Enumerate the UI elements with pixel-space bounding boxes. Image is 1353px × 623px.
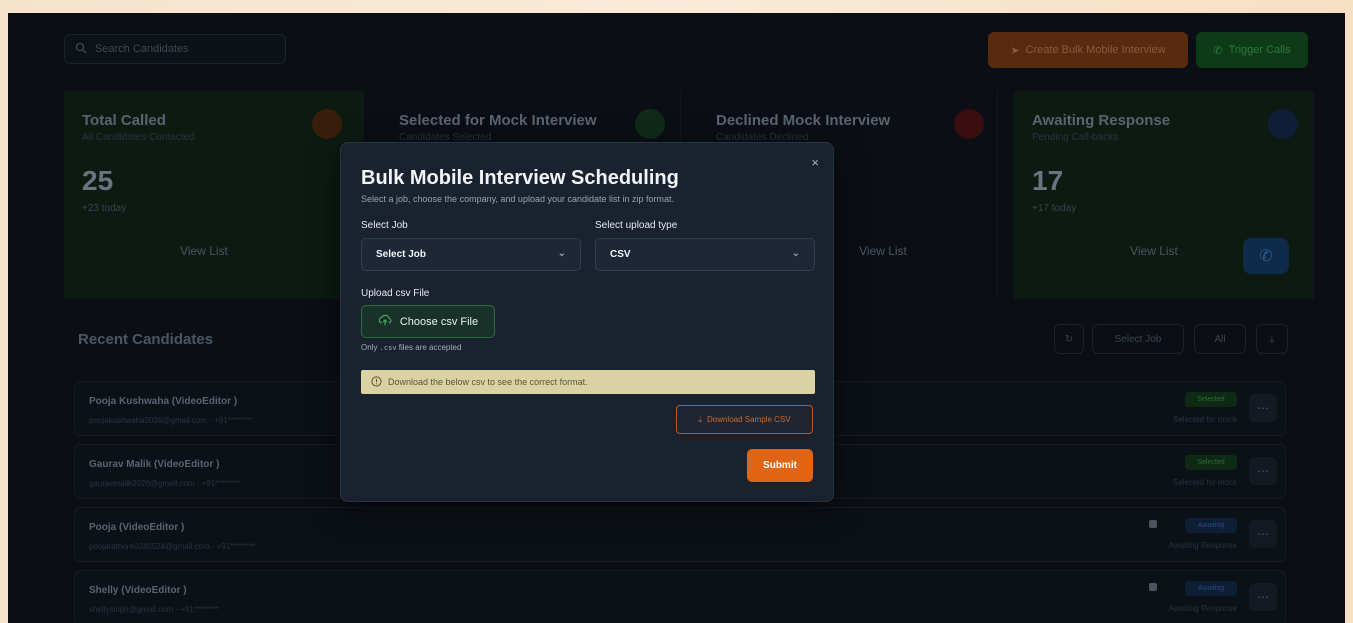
upload-type-label: Select upload type [595, 220, 678, 231]
bulk-interview-modal: × Bulk Mobile Interview Scheduling Selec… [340, 142, 834, 502]
stat-subtitle: All Candidates Contacted [82, 132, 195, 143]
status-filter-label: All [1214, 333, 1226, 345]
status-text: Awaiting Response [1168, 541, 1237, 550]
table-row[interactable]: Pooja (VideoEditor ) poojarathore0240524… [74, 507, 1286, 562]
more-options-button[interactable]: ⋯ [1249, 394, 1277, 422]
more-options-button[interactable]: ⋯ [1249, 520, 1277, 548]
download-icon: ⤓ [1269, 333, 1275, 345]
modal-subtitle: Select a job, choose the company, and up… [361, 194, 675, 204]
stat-today: +23 today [82, 203, 127, 214]
candidate-contact: shellysingh@gmail.com · +91******** [89, 605, 219, 614]
accepted-files-note: Only .csv files are accepted [361, 343, 461, 352]
trigger-calls-button[interactable]: ✆ Trigger Calls [1196, 32, 1308, 68]
status-badge: Awaiting [1185, 581, 1237, 596]
accept-code: .csv [379, 344, 397, 352]
stat-title: Declined Mock Interview [716, 112, 891, 129]
send-icon: ➤ [1010, 44, 1020, 57]
create-bulk-interview-button[interactable]: ➤ Create Bulk Mobile Interview [988, 32, 1188, 68]
search-input[interactable]: Search Candidates [64, 34, 286, 64]
more-options-button[interactable]: ⋯ [1249, 583, 1277, 611]
select-job-label: Select Job [361, 220, 408, 231]
search-icon [75, 42, 87, 57]
search-placeholder: Search Candidates [95, 43, 189, 55]
choose-file-button[interactable]: Choose csv File [361, 305, 495, 338]
trigger-calls-label: Trigger Calls [1228, 44, 1291, 56]
candidate-name: Shelly (VideoEditor ) [89, 585, 187, 596]
download-sample-label: Download Sample CSV [706, 415, 791, 424]
close-icon[interactable]: × [811, 155, 819, 170]
candidate-name: Pooja Kushwaha (VideoEditor ) [89, 396, 238, 407]
candidate-contact: gauravmalik2026@gmail.com · +91******** [89, 479, 241, 488]
status-text: Awaiting Response [1168, 604, 1237, 613]
upload-type-value: CSV [610, 249, 631, 260]
select-job-filter-label: Select Job [1114, 333, 1162, 345]
check-icon [635, 109, 665, 139]
stat-subtitle: Pending Call-backs [1032, 132, 1119, 143]
stat-title: Total Called [82, 112, 166, 129]
select-job-filter[interactable]: Select Job [1092, 324, 1184, 354]
phone-icon: ✆ [1259, 248, 1273, 265]
recent-candidates-title: Recent Candidates [78, 331, 214, 348]
create-bulk-interview-label: Create Bulk Mobile Interview [1025, 44, 1166, 56]
chevron-down-icon: ⌄ [791, 248, 800, 259]
phone-icon [1268, 109, 1298, 139]
close-circle-icon [954, 109, 984, 139]
accept-prefix: Only [361, 343, 380, 352]
view-list-button[interactable]: View List [109, 233, 299, 269]
format-notice: Download the below csv to see the correc… [361, 370, 815, 394]
app-window: Search Candidates ➤ Create Bulk Mobile I… [8, 13, 1345, 623]
refresh-icon: ↻ [1064, 333, 1074, 345]
status-text: Selected for mock [1172, 415, 1237, 424]
info-icon [371, 375, 382, 389]
cloud-upload-icon [378, 314, 392, 329]
candidate-name: Gaurav Malik (VideoEditor ) [89, 459, 220, 470]
modal-title: Bulk Mobile Interview Scheduling [361, 167, 679, 189]
checkbox[interactable] [1149, 583, 1157, 591]
select-job-value: Select Job [376, 249, 427, 260]
export-button[interactable]: ⤓ [1256, 324, 1288, 354]
call-button[interactable]: ✆ [1243, 238, 1289, 274]
accept-suffix: files are accepted [396, 343, 462, 352]
candidate-contact: poojakushwaha2026@gmail.com · +91*******… [89, 416, 253, 425]
stat-count: 17 [1032, 165, 1064, 196]
refresh-button[interactable]: ↻ [1054, 324, 1084, 354]
status-filter[interactable]: All [1194, 324, 1246, 354]
select-job-dropdown[interactable]: Select Job ⌄ [361, 238, 581, 271]
status-badge: Awaiting [1185, 518, 1237, 533]
stat-count: 25 [82, 165, 114, 196]
more-options-button[interactable]: ⋯ [1249, 457, 1277, 485]
phone-icon: ✆ [1213, 44, 1223, 57]
candidate-contact: poojarathore0240524@gmail.com · +91*****… [89, 542, 256, 551]
candidate-name: Pooja (VideoEditor ) [89, 522, 185, 533]
status-text: Selected for mock [1172, 478, 1237, 487]
status-badge: Selected [1185, 455, 1237, 470]
upload-type-dropdown[interactable]: CSV ⌄ [595, 238, 815, 271]
notice-text: Download the below csv to see the correc… [388, 377, 588, 387]
chevron-down-icon: ⌄ [557, 248, 566, 259]
download-icon: ⤓ [698, 414, 702, 424]
stat-today: +17 today [1032, 203, 1077, 214]
submit-button[interactable]: Submit [747, 449, 813, 482]
view-list-button[interactable]: View List [1059, 233, 1249, 269]
phone-icon [312, 109, 342, 139]
stat-card-total-called: Total Called All Candidates Contacted 25… [64, 91, 364, 299]
upload-file-label: Upload csv File [361, 288, 430, 299]
stat-title: Selected for Mock Interview [399, 112, 597, 129]
choose-file-label: Choose csv File [399, 315, 479, 328]
status-badge: Selected [1185, 392, 1237, 407]
stat-title: Awaiting Response [1032, 112, 1171, 129]
table-row[interactable]: Shelly (VideoEditor ) shellysingh@gmail.… [74, 570, 1286, 623]
checkbox[interactable] [1149, 520, 1157, 528]
download-sample-csv-button[interactable]: ⤓ Download Sample CSV [676, 405, 813, 434]
